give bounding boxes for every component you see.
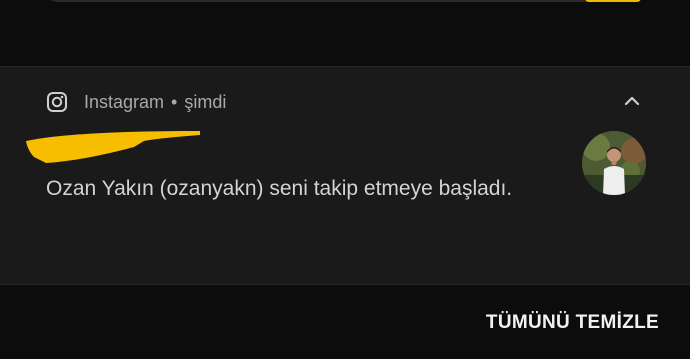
notification-shade: Instagram • şimdi Ozan Yakın (ozanyakn) … <box>0 0 690 359</box>
notification-card[interactable]: Instagram • şimdi Ozan Yakın (ozanyakn) … <box>0 66 690 285</box>
notification-header: Instagram • şimdi <box>46 90 226 114</box>
app-name: Instagram <box>84 91 165 112</box>
notification-message: Ozan Yakın (ozanyakn) seni takip etmeye … <box>46 177 513 200</box>
header-separator: • <box>171 91 178 112</box>
previous-card-accent <box>585 0 641 2</box>
notification-time: şimdi <box>184 91 227 112</box>
chevron-up-icon[interactable] <box>620 91 644 111</box>
instagram-icon <box>46 91 68 113</box>
previous-notification-card <box>44 0 604 2</box>
avatar <box>582 131 646 195</box>
clear-all-button[interactable]: TÜMÜNÜ TEMİZLE <box>486 312 659 334</box>
redaction-scribble <box>26 131 200 163</box>
